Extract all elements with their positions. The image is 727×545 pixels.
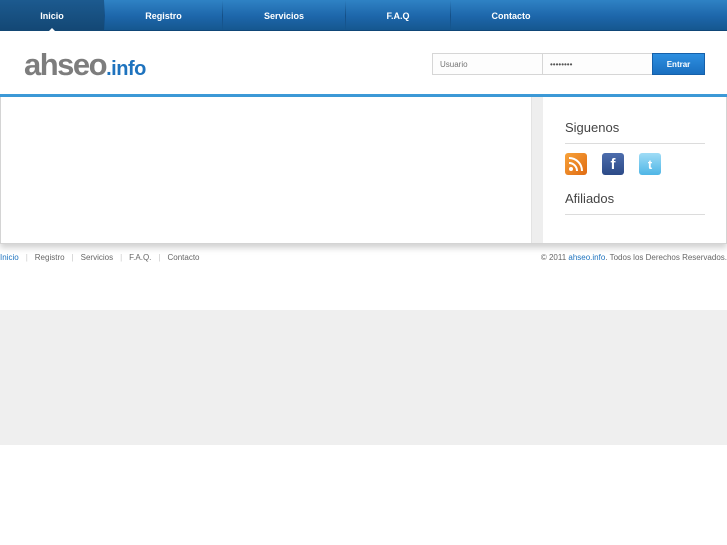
nav-item-servicios[interactable]: Servicios — [223, 0, 345, 31]
affiliates-heading: Afiliados — [565, 191, 705, 215]
footer-separator: | — [71, 253, 74, 262]
logo-main-text: ahseo — [24, 47, 108, 82]
site-logo[interactable]: ahseo .info — [24, 49, 146, 83]
footer-link-inicio[interactable]: Inicio — [0, 253, 19, 262]
footer-links: Inicio | Registro | Servicios | F.A.Q. |… — [0, 253, 200, 262]
nav-item-inicio[interactable]: Inicio — [0, 0, 104, 31]
header: ahseo .info Entrar — [0, 31, 727, 95]
footer-link-contacto[interactable]: Contacto — [167, 253, 199, 262]
footer-separator: | — [158, 253, 161, 262]
footer-link-registro[interactable]: Registro — [35, 253, 65, 262]
nav-item-faq[interactable]: F.A.Q — [346, 0, 450, 31]
rss-icon[interactable] — [565, 153, 587, 175]
facebook-icon[interactable]: f — [602, 153, 624, 175]
footer: Inicio | Registro | Servicios | F.A.Q. |… — [0, 253, 727, 265]
login-form: Entrar — [432, 53, 705, 75]
copyright: © 2011 ahseo.info. Todos los Derechos Re… — [541, 253, 727, 262]
logo-ext-text: .info — [106, 58, 146, 80]
copyright-suffix: . Todos los Derechos Reservados. — [605, 253, 727, 262]
social-icons: f t — [565, 153, 676, 175]
footer-link-servicios[interactable]: Servicios — [81, 253, 113, 262]
copyright-prefix: © 2011 — [540, 253, 569, 262]
nav-item-contacto[interactable]: Contacto — [451, 0, 571, 31]
copyright-brand-link[interactable]: ahseo.info — [568, 253, 605, 262]
top-nav: Inicio Registro Servicios F.A.Q Contacto — [0, 0, 727, 31]
footer-link-faq[interactable]: F.A.Q. — [129, 253, 151, 262]
footer-separator: | — [25, 253, 28, 262]
nav-item-registro[interactable]: Registro — [105, 0, 222, 31]
bottom-gray-band — [0, 310, 727, 445]
content-area — [1, 97, 531, 243]
follow-heading: Siguenos — [565, 120, 705, 144]
column-divider — [531, 97, 543, 243]
login-button[interactable]: Entrar — [652, 53, 705, 75]
twitter-icon[interactable]: t — [639, 153, 661, 175]
footer-separator: | — [120, 253, 123, 262]
password-input[interactable] — [543, 53, 653, 75]
main-panel: Siguenos f t Afiliados — [0, 97, 727, 244]
username-input[interactable] — [432, 53, 543, 75]
